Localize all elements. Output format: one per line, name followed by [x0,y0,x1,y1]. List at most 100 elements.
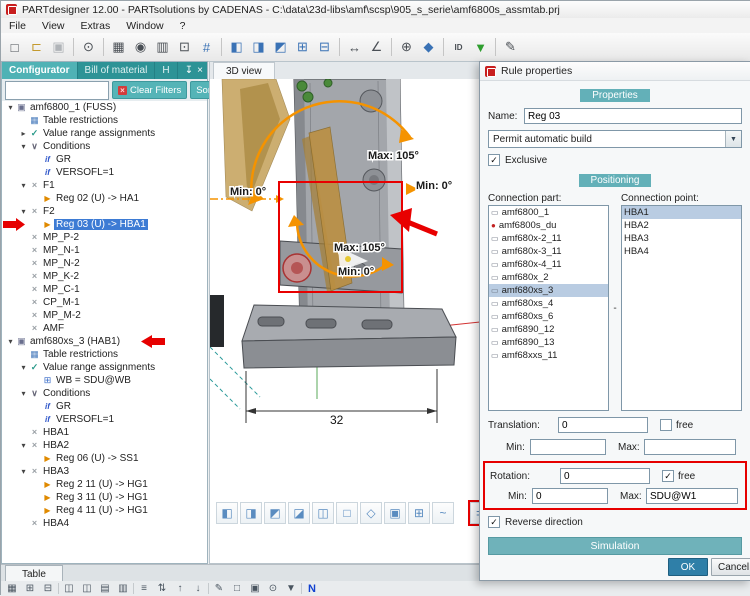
id-box-icon[interactable]: ID [448,37,469,58]
sort-rows-icon[interactable]: ⇅ [154,582,170,595]
window-titlebar[interactable]: PARTdesigner 12.00 - PARTsolutions by CA… [1,1,750,19]
close-icon[interactable]: × [197,65,203,76]
move-down-icon[interactable]: ↓ [190,582,206,595]
view-cube-back-icon[interactable]: ◨ [240,502,262,524]
tab-table[interactable]: Table [5,565,63,582]
view-cube-dimetric-icon[interactable]: ▣ [384,502,406,524]
open-folder-icon[interactable]: ⊏ [26,37,47,58]
tree-item[interactable]: F1 [2,179,207,192]
expander-icon[interactable] [19,363,28,372]
menu-file[interactable]: File [1,20,34,32]
new-document-icon[interactable]: □ [4,37,25,58]
list-item-selected[interactable]: amf680xs_3 [489,284,608,297]
view-cube-top-icon[interactable]: ◫ [312,502,334,524]
green-dropdown-icon[interactable]: ▼ [470,37,491,58]
view-iso-icon[interactable]: ◩ [270,37,291,58]
list-item[interactable]: amf680x-4_11 [489,258,608,271]
view-section-icon[interactable]: ⊟ [314,37,335,58]
tree-item[interactable]: MP_P-2 [2,231,207,244]
tree-item[interactable]: Table restrictions [2,114,207,127]
expander-icon[interactable] [19,389,28,398]
attach-part-icon[interactable]: ⊕ [396,37,417,58]
view-smooth-icon[interactable]: ~ [432,502,454,524]
row-insert-icon[interactable]: ▤ [97,582,113,595]
view-cube-iso-icon[interactable]: ◇ [360,502,382,524]
tab-configurator[interactable]: Configurator [2,62,78,79]
tab-3d-view[interactable]: 3D view [213,62,275,79]
tree-item[interactable]: MP_K-2 [2,270,207,283]
translation-field[interactable] [558,417,648,433]
table-grid-icon[interactable]: ▦ [4,582,20,595]
grid-3d-icon[interactable]: # [196,37,217,58]
expander-icon[interactable] [19,129,28,138]
expander-icon[interactable] [19,441,28,450]
tree-item[interactable]: HBA2 [2,439,207,452]
expander-icon[interactable] [6,103,15,112]
list-item[interactable]: amf6800_1 [489,206,608,219]
tree-item[interactable]: F2 [2,205,207,218]
tree-item[interactable]: Reg 06 (U) -> SS1 [2,452,207,465]
tree-item[interactable]: Value range assignments [2,361,207,374]
list-item[interactable]: amf680xs_6 [489,310,608,323]
tree-item[interactable]: GR [2,400,207,413]
edit-cell-icon[interactable]: ✎ [211,582,227,595]
dropdown-arrow-icon[interactable]: ▼ [283,582,299,595]
list-item[interactable]: amf6890_13 [489,336,608,349]
tree-item[interactable]: Conditions [2,387,207,400]
tree-item[interactable]: Value range assignments [2,127,207,140]
tree-item[interactable]: VERSOFL=1 [2,166,207,179]
table-add-icon[interactable]: ⊞ [22,582,38,595]
transl-max-field[interactable] [644,439,736,455]
move-up-icon[interactable]: ↑ [172,582,188,595]
part-3d-icon[interactable]: ◆ [418,37,439,58]
view-cube-right-icon[interactable]: ◪ [288,502,310,524]
clipboard-icon[interactable]: ▥ [152,37,173,58]
rotation-field[interactable] [560,468,650,484]
column-insert-icon[interactable]: ◫ [61,582,77,595]
list-item[interactable]: amf680x-2_11 [489,232,608,245]
chevron-down-icon[interactable]: ▼ [725,131,741,147]
tree-item[interactable]: Conditions [2,140,207,153]
reverse-direction-checkbox[interactable] [488,516,500,528]
tree-item[interactable]: Reg 2 11 (U) -> HG1 [2,478,207,491]
list-item[interactable]: amf680xs_4 [489,297,608,310]
tree-item[interactable]: HBA1 [2,426,207,439]
save-icon[interactable]: ▣ [48,37,69,58]
ok-button[interactable]: OK [668,558,708,576]
clear-filters-button[interactable]: × Clear Filters [112,81,187,99]
view-back-icon[interactable]: ◨ [248,37,269,58]
view-cube-front-icon[interactable]: ◧ [216,502,238,524]
tree-item[interactable]: amf680xs_3 (HAB1) [2,335,207,348]
tab-h[interactable]: H [155,62,177,79]
cell-box-icon[interactable]: □ [229,582,245,595]
list-item[interactable]: amf680x-3_11 [489,245,608,258]
menu-help[interactable]: ? [172,20,194,32]
tree-item[interactable]: GR [2,153,207,166]
expander-icon[interactable] [19,142,28,151]
view-front-icon[interactable]: ◧ [226,37,247,58]
dialog-titlebar[interactable]: Rule properties [480,62,750,81]
tree-item[interactable]: amf6800_1 (FUSS) [2,101,207,114]
preview-icon[interactable]: ⊙ [265,582,281,595]
view-fit-icon[interactable]: ⊞ [292,37,313,58]
simulation-button[interactable]: Simulation [488,537,742,555]
tree-item[interactable]: HBA4 [2,517,207,530]
list-item[interactable]: HBA4 [622,245,741,258]
rot-max-field[interactable] [646,488,738,504]
tree-item[interactable]: Reg 3 11 (U) -> HG1 [2,491,207,504]
expander-icon[interactable] [19,467,28,476]
tree-item[interactable]: VERSOFL=1 [2,413,207,426]
export-image-icon[interactable]: ▦ [108,37,129,58]
search-input[interactable] [5,81,109,100]
list-item[interactable]: HBA3 [622,232,741,245]
view-fit-all-icon[interactable]: ⊞ [408,502,430,524]
view-cube-bottom-icon[interactable]: □ [336,502,358,524]
connection-point-list[interactable]: HBA1 HBA2 HBA3 HBA4 [621,205,742,411]
tree-item[interactable]: Reg 4 11 (U) -> HG1 [2,504,207,517]
n-badge-icon[interactable]: N [304,582,320,595]
cancel-button[interactable]: Cancel [711,558,750,576]
table-delete-icon[interactable]: ⊟ [40,582,56,595]
tree-item[interactable]: WB = SDU@WB [2,374,207,387]
list-item[interactable]: HBA2 [622,219,741,232]
list-item[interactable]: amf68xxs_11 [489,349,608,362]
